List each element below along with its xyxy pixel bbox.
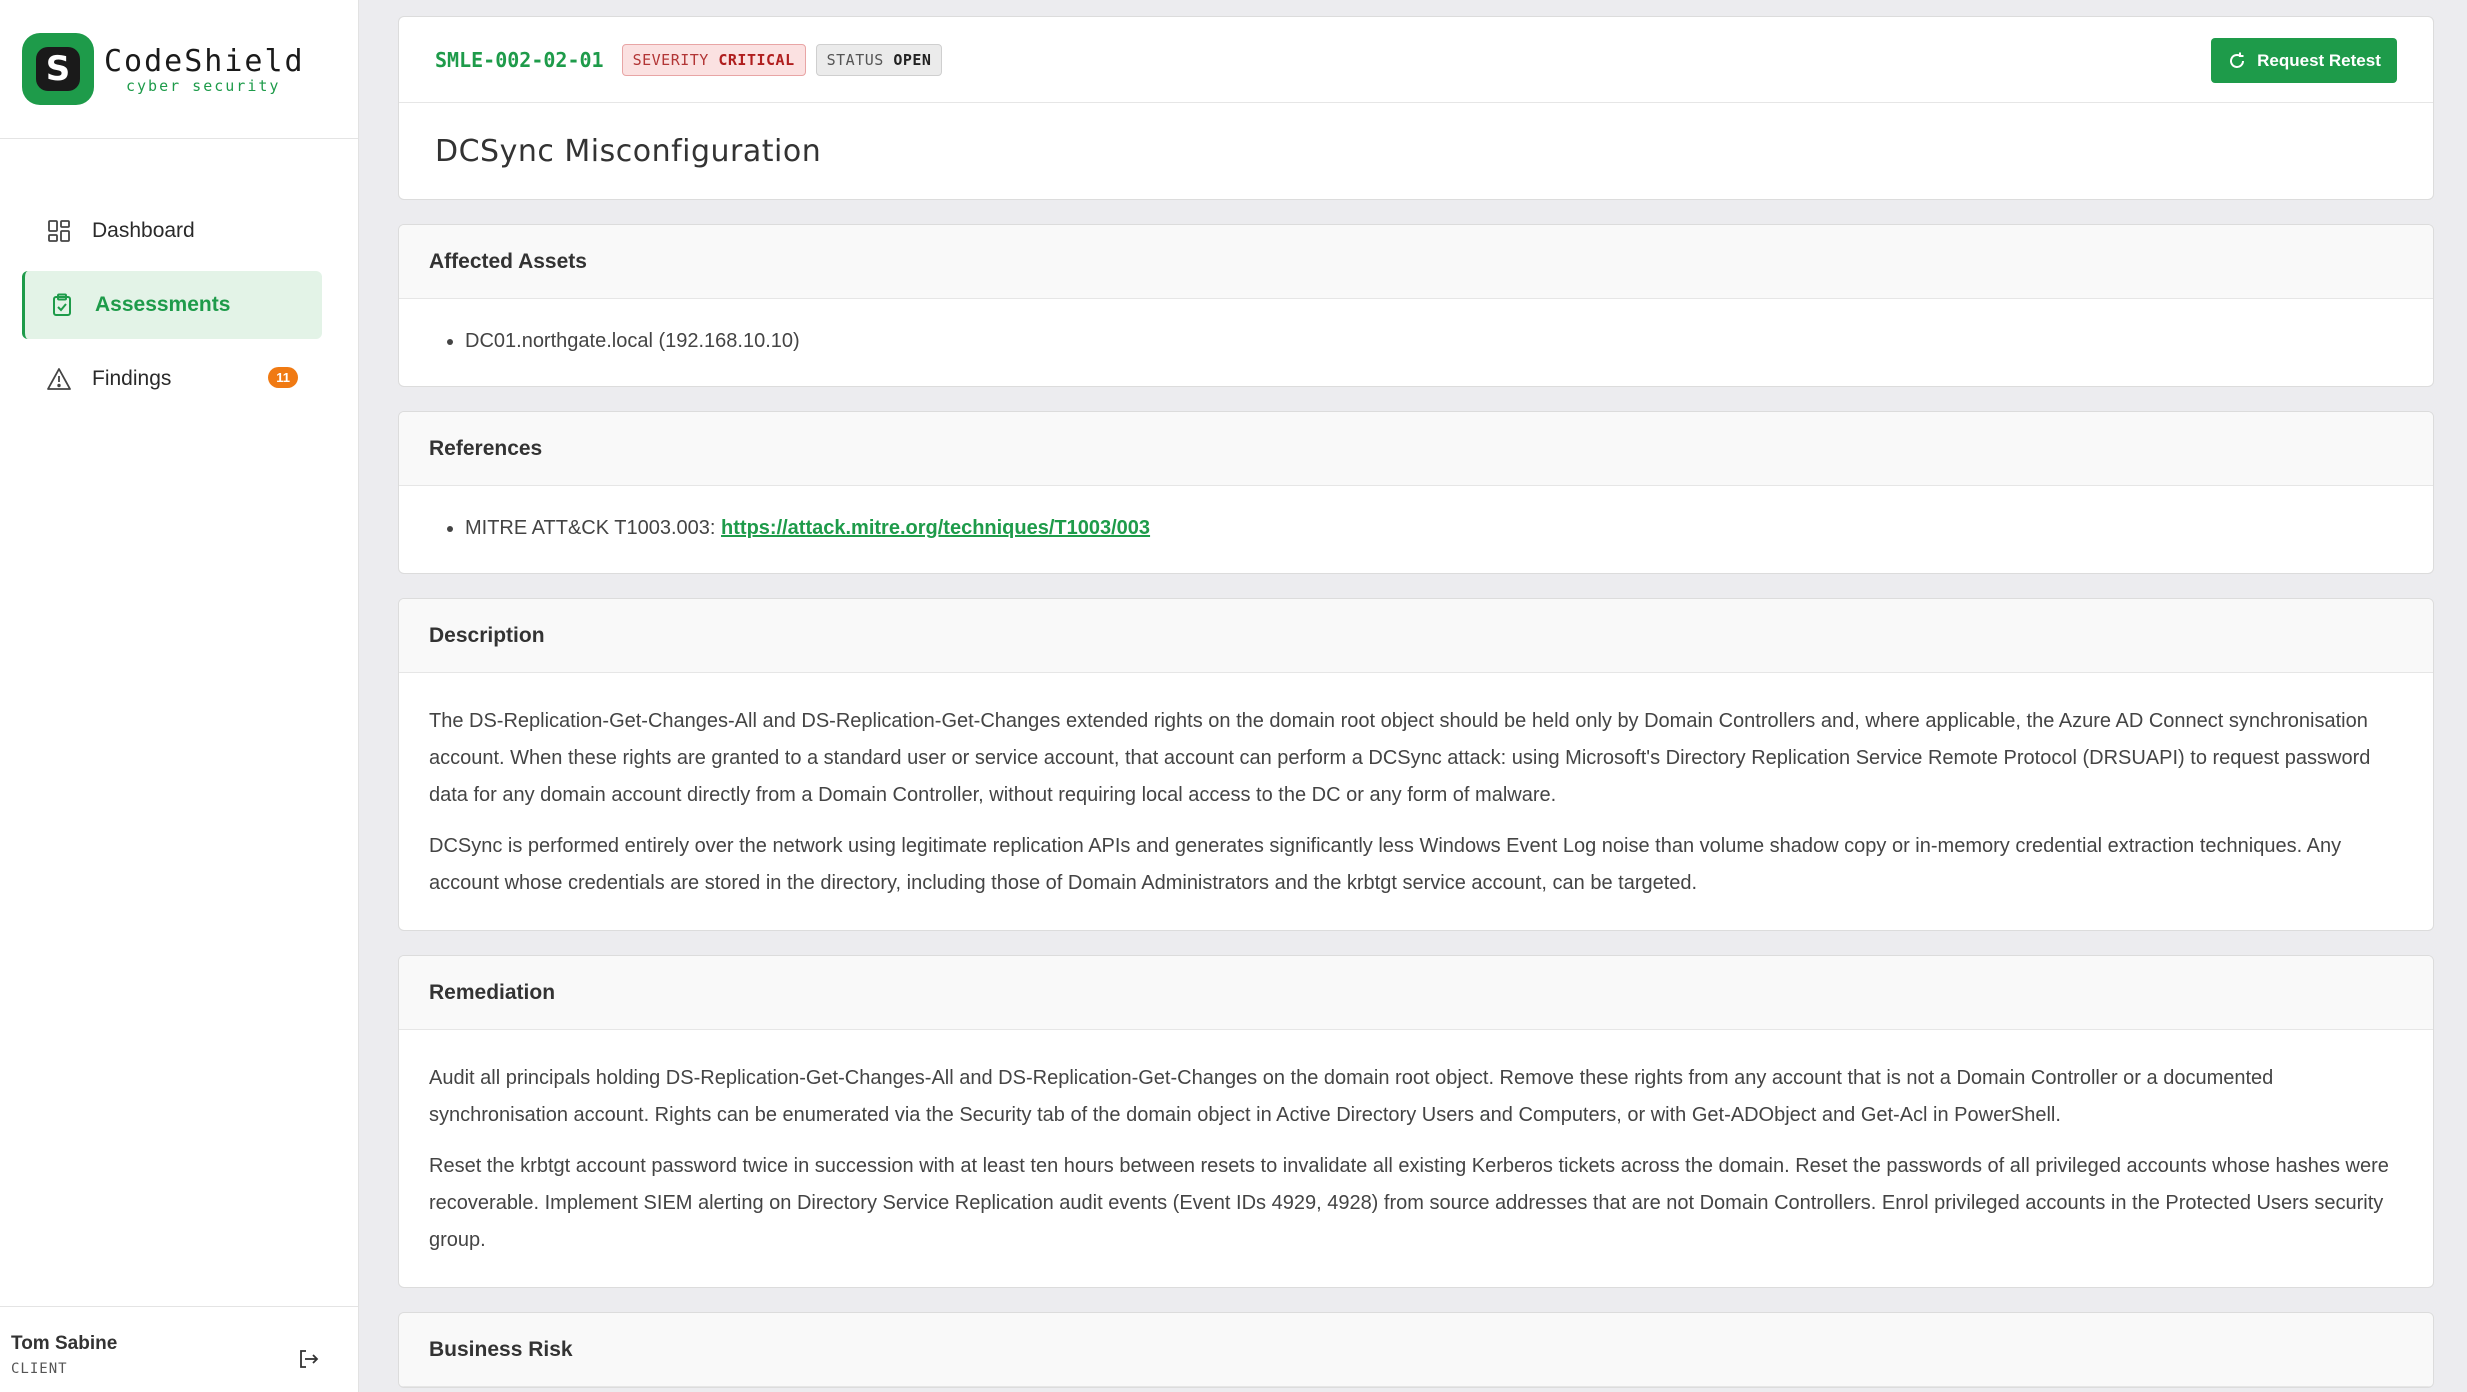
reference-link[interactable]: https://attack.mitre.org/techniques/T100… (721, 517, 1150, 539)
reference-item: MITRE ATT&CK T1003.003: https://attack.m… (465, 510, 2397, 547)
business-risk-card: Business Risk (398, 1312, 2434, 1388)
references-card: References MITRE ATT&CK T1003.003: https… (398, 411, 2434, 574)
description-paragraph: DCSync is performed entirely over the ne… (429, 835, 2342, 894)
findings-count-badge: 11 (268, 367, 298, 388)
affected-assets-card: Affected Assets DC01.northgate.local (19… (398, 224, 2434, 387)
finding-title-row: DCSync Misconfiguration (399, 103, 2433, 199)
shield-logo-icon: S (22, 33, 94, 105)
sidebar-item-assessments[interactable]: Assessments (22, 271, 322, 339)
brand-tagline: cyber security (126, 76, 281, 95)
affected-assets-heading: Affected Assets (399, 225, 2433, 299)
dashboard-grid-icon (46, 218, 72, 244)
finding-id: SMLE-002-02-01 (435, 47, 604, 72)
warning-triangle-icon (46, 366, 72, 392)
sidebar-item-label: Dashboard (92, 219, 195, 242)
sidebar-nav: Dashboard Assessments Findings 11 (22, 197, 322, 419)
request-retest-label: Request Retest (2257, 50, 2381, 70)
reference-prefix: MITRE ATT&CK T1003.003: (465, 517, 722, 539)
severity-badge: SEVERITY CRITICAL (621, 43, 806, 76)
sidebar: S CodeShield cyber security Dashboard As… (0, 0, 359, 1392)
sidebar-item-findings[interactable]: Findings 11 (22, 345, 322, 413)
logo-mark-letter: S (36, 47, 80, 91)
remediation-paragraph: Audit all principals holding DS-Replicat… (429, 1067, 2274, 1126)
request-retest-button[interactable]: Request Retest (2211, 38, 2397, 83)
business-risk-heading: Business Risk (399, 1313, 2433, 1387)
logout-icon[interactable] (296, 1347, 322, 1373)
asset-item: DC01.northgate.local (192.168.10.10) (465, 323, 2397, 360)
user-panel: Tom Sabine CLIENT (0, 1306, 358, 1392)
logo[interactable]: S CodeShield cyber security (0, 0, 358, 139)
remediation-paragraph: Reset the krbtgt account password twice … (429, 1155, 2389, 1251)
status-badge: STATUS OPEN (815, 43, 943, 76)
sidebar-item-dashboard[interactable]: Dashboard (22, 197, 322, 265)
finding-meta-bar: SMLE-002-02-01 SEVERITY CRITICAL STATUS … (399, 17, 2433, 103)
remediation-card: Remediation Audit all principals holding… (398, 955, 2434, 1288)
refresh-icon (2227, 51, 2247, 71)
clipboard-check-icon (49, 292, 75, 318)
remediation-heading: Remediation (399, 956, 2433, 1030)
description-heading: Description (399, 599, 2433, 673)
brand-name: CodeShield (104, 43, 305, 79)
description-paragraph: The DS-Replication-Get-Changes-All and D… (429, 710, 2371, 806)
finding-header-card: SMLE-002-02-01 SEVERITY CRITICAL STATUS … (398, 16, 2434, 200)
references-heading: References (399, 412, 2433, 486)
description-card: Description The DS-Replication-Get-Chang… (398, 598, 2434, 931)
sidebar-item-label: Findings (92, 367, 172, 390)
sidebar-item-label: Assessments (95, 293, 231, 316)
finding-title: DCSync Misconfiguration (435, 133, 822, 169)
main-content: SMLE-002-02-01 SEVERITY CRITICAL STATUS … (398, 16, 2434, 1392)
